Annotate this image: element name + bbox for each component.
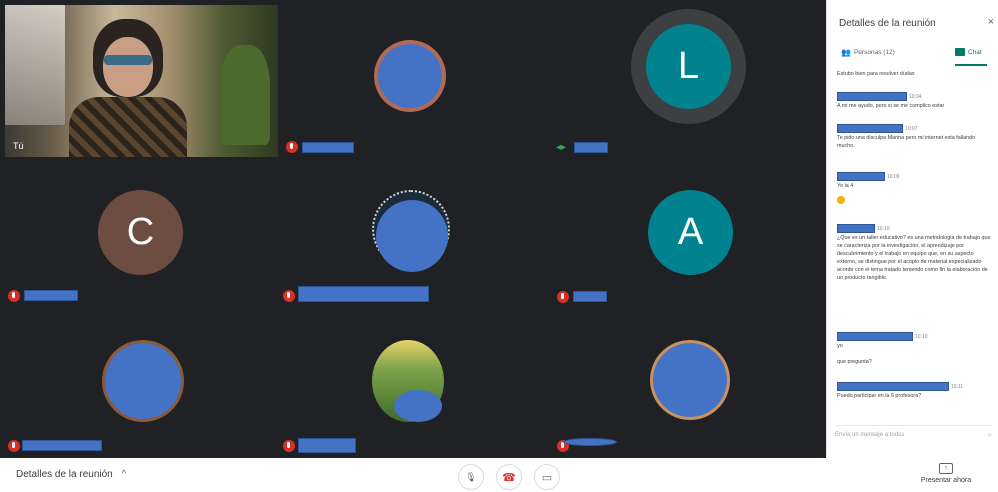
chat-message: Estubo bien para resolver dudas [837,70,992,78]
people-icon: 👥 [841,48,851,57]
chat-message: 10:11 Puedo participar en la 6 profesora… [837,382,992,400]
redacted-face [394,390,442,422]
chat-message-text: que pregunta? [837,359,872,365]
chat-message-text: A mi me ayudo, pero si se me complico es… [837,103,945,109]
redacted-participant-name [302,142,354,153]
chat-timestamp: 10:09 [887,174,900,180]
hangup-button[interactable]: ☎ [496,464,522,490]
active-tab-indicator [955,64,987,66]
mic-off-icon [8,440,20,452]
present-now-button[interactable]: ↑ Presentar ahora [916,463,976,484]
self-tile-label: Tú [13,141,24,151]
self-video-tile[interactable]: Tú [5,5,278,157]
video-grid: Tú L ◂▸ C A [0,0,826,458]
chat-timestamp: 10:04 [909,94,922,100]
redacted-participant-name [298,286,429,302]
hangup-icon: ☎ [502,471,516,484]
redacted-face [376,200,448,272]
chat-timestamp: 10:11 [951,384,964,390]
redacted-sender [837,382,949,391]
chat-message-text: Puedo participar en la 6 profesora? [837,393,922,399]
mic-button[interactable]: 🎙 [458,464,484,490]
close-icon[interactable]: × [988,16,994,28]
chat-compose-input[interactable]: Envía un mensaje a todos ➤ [835,425,993,441]
redacted-sender [837,172,885,181]
redacted-participant-name [574,142,608,153]
mic-off-icon [283,290,295,302]
chat-timestamp: 10:10 [877,226,890,232]
send-icon[interactable]: ➤ [987,431,993,439]
chat-message: 10:07 Te pido una disculpa Marina pero m… [837,124,992,150]
meeting-details-label: Detalles de la reunión [16,469,113,480]
mic-off-icon [283,440,295,452]
chat-message: 10:10 yo [837,332,992,350]
present-now-label: Presentar ahora [920,477,972,484]
mic-icon: 🎙 [465,471,477,482]
redacted-participant-name [22,440,102,451]
participant-avatar-a: A [648,190,733,275]
redacted-face [378,44,442,108]
redacted-participant-name [24,290,78,301]
self-camera-feed [5,5,278,157]
mic-off-icon [286,141,298,153]
compose-placeholder: Envía un mensaje a todos [835,432,905,438]
tab-chat-label: Chat [968,48,982,56]
tab-people-label: Personas (12) [853,49,895,56]
chat-message-text: Estubo bien para resolver dudas [837,71,915,77]
chat-timestamp: 10:10 [915,334,928,340]
redacted-sender [837,224,875,233]
tab-people[interactable]: 👥 Personas (12) [841,48,895,57]
tab-chat[interactable]: Chat [955,48,982,56]
chevron-up-icon: ^ [121,469,127,480]
present-icon: ↑ [939,463,953,474]
chat-message: 10:09 Yo la 4 [837,172,992,207]
audio-level-icon: ◂▸ [556,142,567,153]
emoji-icon [837,196,845,204]
redacted-face [105,343,181,419]
participant-avatar-c: C [98,190,183,275]
chat-message-text: Te pido una disculpa Marina pero mi inte… [837,135,976,149]
redacted-sender [837,332,913,341]
chat-timestamp: 10:07 [905,126,918,132]
redacted-participant-name [298,438,356,453]
chat-message-text: yo [837,343,843,349]
redacted-face [653,343,727,417]
chat-message: 10:04 A mi me ayudo, pero si se me compl… [837,92,992,110]
panel-title: Detalles de la reunión [839,18,936,29]
mic-off-icon [8,290,20,302]
chat-icon [955,48,965,56]
camera-icon: ▭ [541,471,553,484]
bottom-toolbar: Detalles de la reunión ^ 🎙 ☎ ▭ ↑ Present… [0,458,998,492]
redacted-sender [837,124,903,133]
meeting-details-panel: Detalles de la reunión × 👥 Personas (12)… [826,0,998,458]
participant-avatar-l: L [646,24,731,109]
mic-off-icon [557,291,569,303]
redacted-sender [837,92,907,101]
camera-button[interactable]: ▭ [534,464,560,490]
meeting-details-button[interactable]: Detalles de la reunión ^ [16,469,126,480]
chat-message: que pregunta? [837,358,992,366]
redacted-participant-name [563,438,617,446]
chat-message-text: Yo la 4 [837,183,854,189]
redacted-participant-name [573,291,607,302]
chat-message-text: ¿Que es un taller educativo? es una meto… [837,235,991,281]
chat-message: 10:10 ¿Que es un taller educativo? es un… [837,224,992,282]
